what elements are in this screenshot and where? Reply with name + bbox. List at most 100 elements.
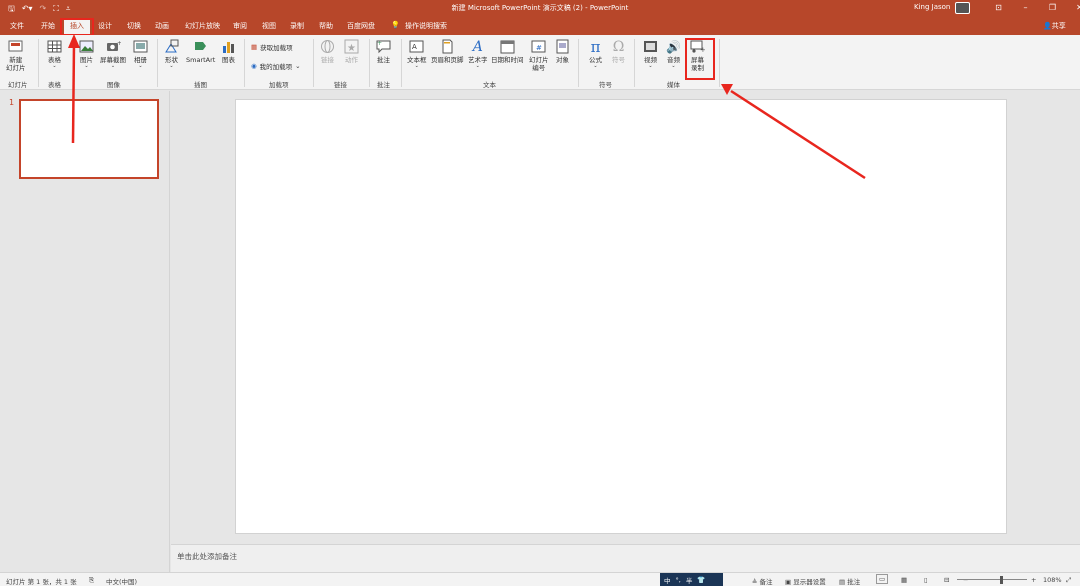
textbox-icon: A [409,39,424,54]
avatar[interactable] [955,2,970,14]
restore-icon[interactable]: ❐ [1039,1,1066,15]
fit-slide-icon[interactable]: ⤢ [1066,576,1071,585]
my-addins-button[interactable]: ◉ 我的加载项 ⌄ [251,61,301,71]
divider [578,39,579,87]
my-addins-label: 我的加载项 [259,63,293,71]
group-label-images: 图像 [107,81,120,89]
smartart-button[interactable]: SmartArt [186,39,215,64]
screenshot-button[interactable]: + 屏幕截图 ⌄ [100,39,126,69]
shirt-icon[interactable]: 👕 [697,576,705,584]
action-button[interactable]: ★ 动作 [344,39,359,64]
ribbon-display-icon[interactable]: ⊡ [985,1,1012,15]
reading-view-icon[interactable]: ▯ [924,576,928,584]
divider [313,39,314,87]
tab-design[interactable]: 设计 [98,21,112,31]
group-label-media: 媒体 [667,81,680,89]
tab-view[interactable]: 视图 [262,21,276,31]
ime-mode[interactable]: 中 [664,575,671,585]
svg-text:+: + [377,40,382,47]
accessibility-icon[interactable]: ⎘ [89,576,94,585]
smartart-icon [193,39,208,54]
language-indicator[interactable]: 中文(中国) [106,576,137,586]
pi-icon: π [590,37,601,56]
chart-label: 图表 [222,56,235,64]
notes-pane[interactable]: 单击此处添加备注 [171,544,1080,572]
get-addins-label: 获取加载项 [260,44,293,52]
slide-number-label: 幻灯片 编号 [529,56,549,72]
zoom-out-button[interactable]: − [963,576,968,584]
header-footer-icon [440,39,455,54]
new-slide-label: 新建 幻灯片 [6,56,26,72]
normal-view-icon[interactable]: ▭ [876,574,889,584]
zoom-slider-track[interactable] [957,579,1027,580]
tab-home[interactable]: 开始 [41,21,55,31]
shapes-button[interactable]: 形状 ⌄ [164,39,179,69]
camera-icon: + [106,39,121,54]
table-icon [47,39,62,54]
slideshow-icon[interactable]: ⊟ [944,576,949,584]
textbox-button[interactable]: A 文本框 ⌄ [407,39,427,69]
get-addins-button[interactable]: ▦ 获取加载项 [251,42,293,52]
tab-file[interactable]: 文件 [10,21,24,31]
display-settings-button[interactable]: ▣ 显示器设置 [785,576,826,586]
title-bar: 🖫 ↶▾ ↷ ⛶ ⩡ 新建 Microsoft PowerPoint 演示文稿 … [0,0,1080,17]
annotation-highlight-box [685,38,715,80]
notes-toggle-button[interactable]: ≜ 备注 [752,576,773,586]
ime-toolbar[interactable]: 中 °, 半 👕 [660,573,723,586]
chevron-down-icon: ⌄ [414,63,419,69]
shapes-icon [164,39,179,54]
svg-text:★: ★ [347,43,356,54]
header-footer-button[interactable]: 页眉和页脚 [431,39,464,64]
tab-review[interactable]: 审阅 [233,21,247,31]
symbol-button[interactable]: Ω 符号 [611,39,626,65]
zoom-level[interactable]: 108% [1043,576,1062,584]
new-slide-icon [8,39,23,54]
zoom-slider-handle[interactable] [1000,576,1003,584]
window-controls: ⊡ – ❐ ✕ [985,1,1080,15]
photo-album-icon [133,39,148,54]
slide-canvas[interactable] [235,99,1007,534]
chart-button[interactable]: 图表 [221,39,236,64]
pictures-button[interactable]: 图片 ⌄ [79,39,94,69]
ime-punctuation[interactable]: °, [676,576,681,584]
new-slide-button[interactable]: 新建 幻灯片 [6,39,26,72]
tab-insert[interactable]: 插入 [60,18,94,36]
ribbon-tabs: 文件 开始 插入 设计 切换 动画 幻灯片放映 审阅 视图 录制 帮助 百度网盘… [0,17,1080,36]
tab-slideshow[interactable]: 幻灯片放映 [185,21,220,31]
ime-width[interactable]: 半 [686,575,693,585]
comment-icon: + [376,39,391,54]
slide-number-button[interactable]: # 幻灯片 编号 [529,39,549,72]
table-button[interactable]: 表格 ⌄ [47,39,62,69]
tab-transitions[interactable]: 切换 [127,21,141,31]
comment-label: 批注 [377,56,390,64]
tab-animations[interactable]: 动画 [155,21,169,31]
link-button[interactable]: 链接 [320,39,335,64]
photo-album-button[interactable]: 相册 ⌄ [133,39,148,69]
minimize-icon[interactable]: – [1012,1,1039,15]
globe-link-icon [320,39,335,54]
object-button[interactable]: 对象 [555,39,570,64]
picture-icon [79,39,94,54]
close-icon[interactable]: ✕ [1066,1,1080,15]
wordart-icon: A [472,38,483,55]
monitor-icon: ▣ [785,578,794,586]
tell-me-search[interactable]: 操作说明搜索 [405,21,447,31]
zoom-in-button[interactable]: + [1031,576,1036,584]
user-name[interactable]: King Jason [914,3,950,11]
tab-record[interactable]: 录制 [290,21,304,31]
date-time-button[interactable]: 日期和时间 [491,39,524,64]
svg-text:A: A [412,43,417,51]
share-button[interactable]: 👤共享 [1043,21,1066,31]
tab-help[interactable]: 帮助 [319,21,333,31]
slide-sorter-icon[interactable]: ▦ [901,576,907,584]
slide-thumbnail[interactable] [19,99,159,179]
smartart-label: SmartArt [186,56,216,64]
tab-baidu-netdisk[interactable]: 百度网盘 [347,21,375,31]
video-button[interactable]: 视频 ⌄ [643,39,658,69]
chevron-down-icon: ⌄ [138,63,143,69]
equation-button[interactable]: π 公式 ⌄ [588,37,603,69]
comment-button[interactable]: + 批注 [376,39,391,64]
audio-button[interactable]: 🔊 音频 ⌄ [666,39,681,69]
wordart-button[interactable]: A 艺术字 ⌄ [468,39,488,69]
comments-toggle-button[interactable]: ▤ 批注 [839,576,860,586]
